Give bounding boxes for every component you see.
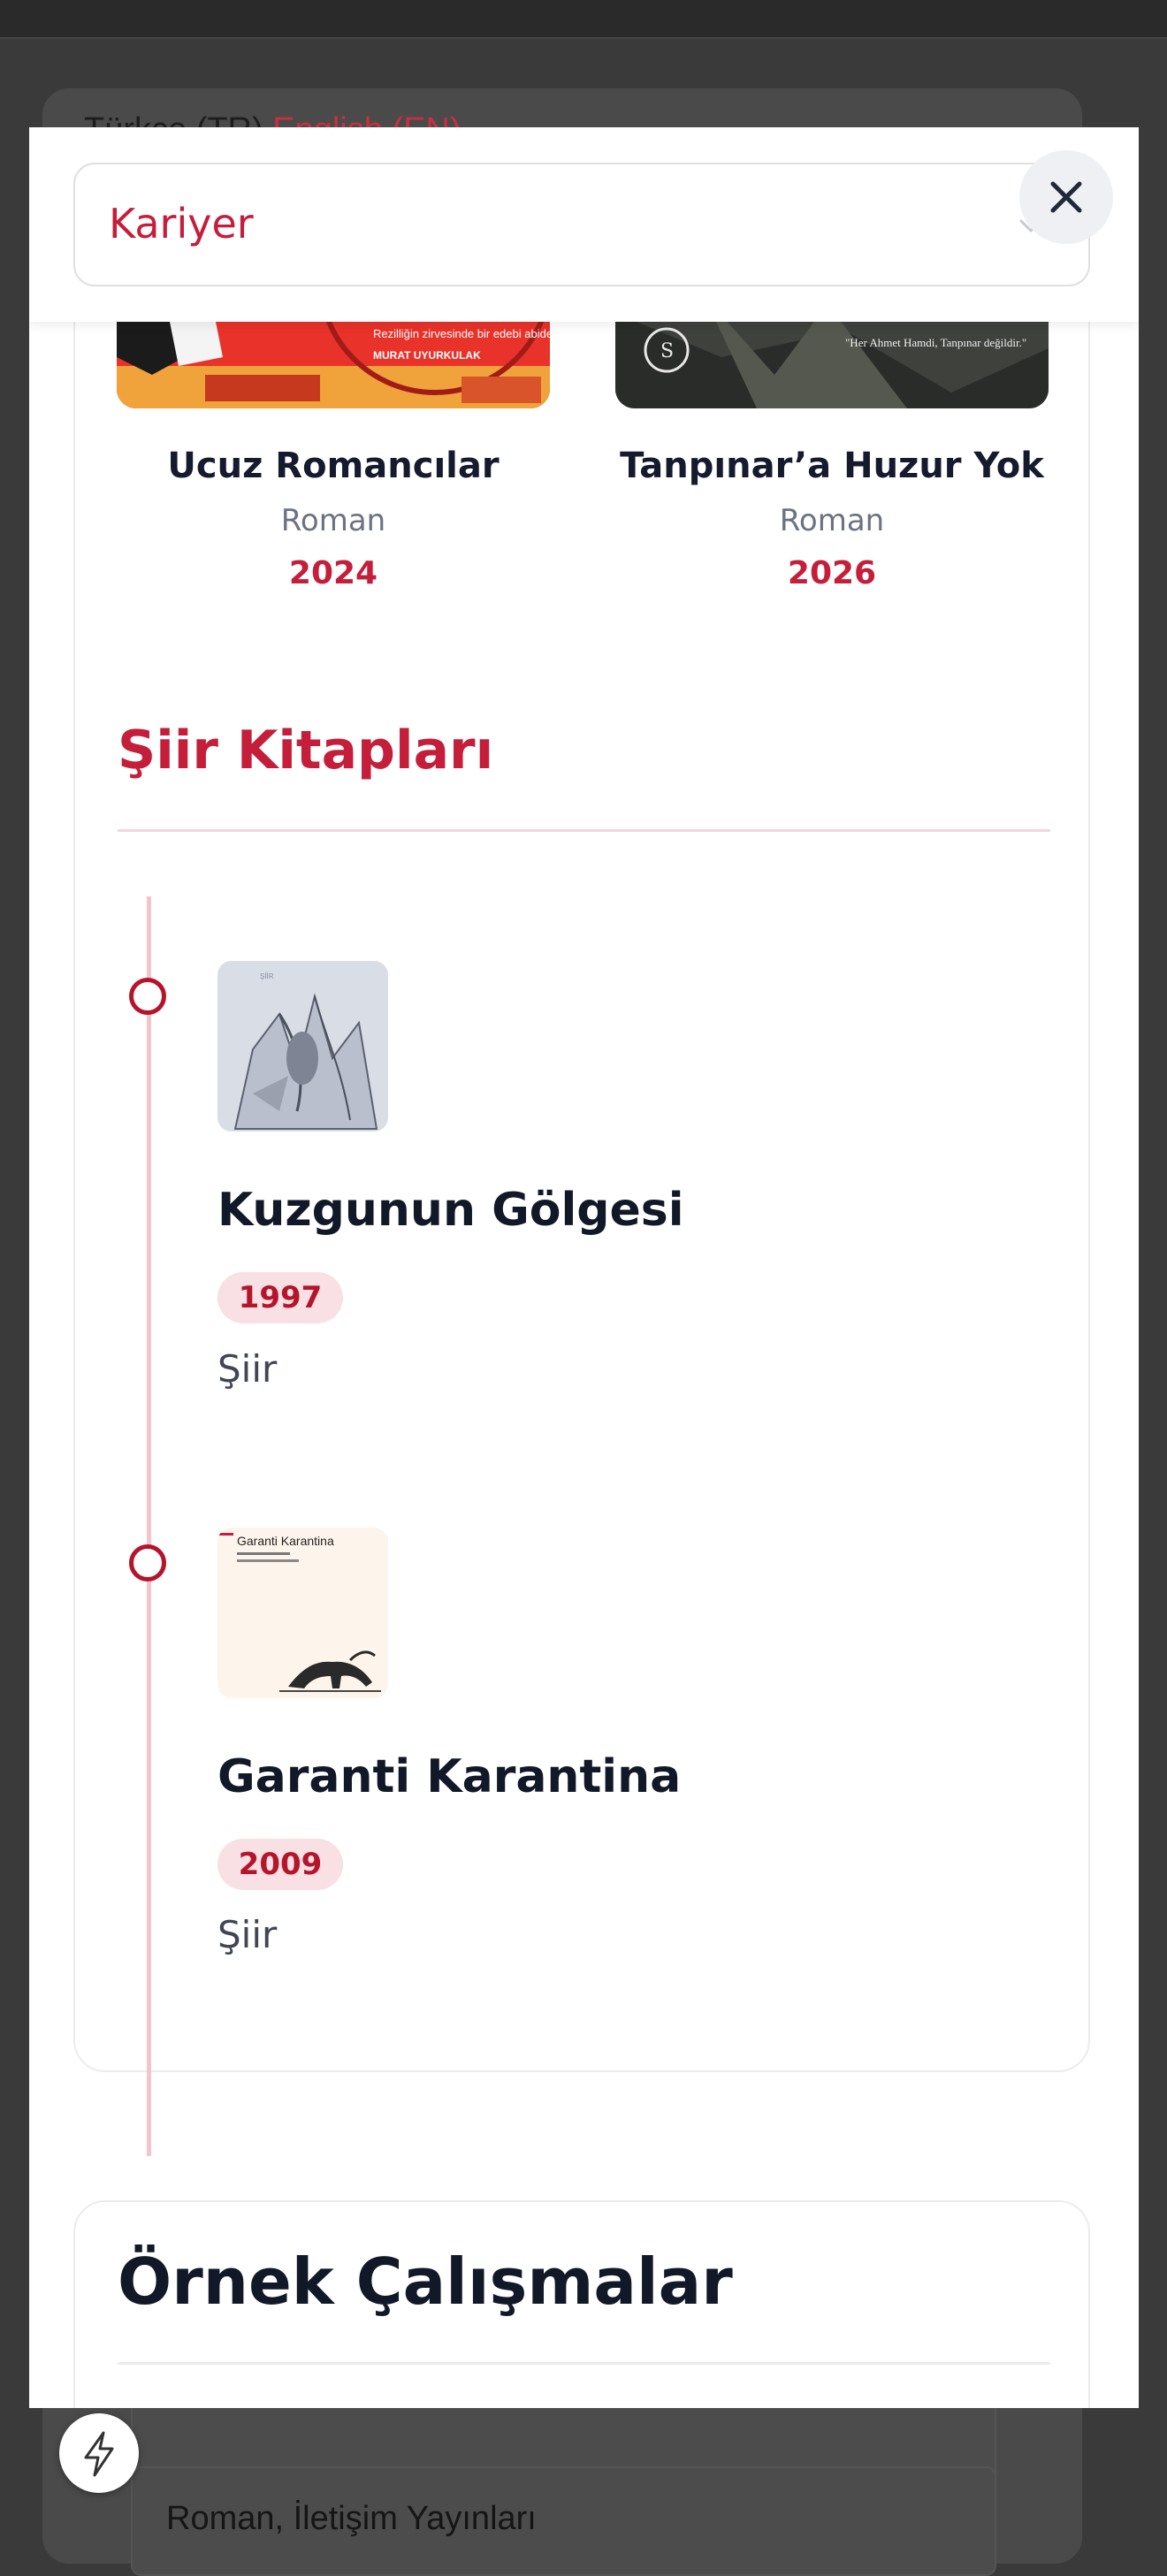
year-badge: 2009 [217, 1839, 343, 1890]
quick-action-button[interactable] [59, 2413, 139, 2493]
timeline-dot [129, 978, 166, 1015]
modal-header: Kariyer [29, 127, 1139, 322]
examples-section-heading: Örnek Çalışmalar [118, 2244, 733, 2319]
close-icon [1050, 181, 1082, 213]
timeline-line [147, 896, 151, 2156]
lightning-icon [84, 2431, 114, 2477]
background-list-item: Roman, İletişim Yayınları [131, 2466, 996, 2576]
novel-title[interactable]: Tanpınar’a Huzur Yok [598, 446, 1066, 486]
background-list-item-text: Roman, İletişim Yayınları [166, 2500, 537, 2537]
cover-label: ŞİİR [260, 972, 274, 980]
novel-year: 2024 [288, 555, 378, 591]
poetry-genre: Şiir [217, 1913, 278, 1956]
poetry-title[interactable]: Kuzgunun Gölgesi [217, 1184, 684, 1237]
section-divider [118, 829, 1050, 832]
background-topbar [0, 0, 1167, 39]
poetry-genre: Şiir [217, 1347, 278, 1391]
cover-quote: "Her Ahmet Hamdi, Tanpınar değildir." [845, 336, 1026, 349]
novel-year: 2026 [787, 555, 877, 591]
novel-genre: Roman [280, 503, 386, 538]
section-divider [118, 2362, 1050, 2365]
svg-text:S: S [660, 340, 674, 362]
poetry-title[interactable]: Garanti Karantina [217, 1750, 681, 1803]
cover-art: Garanti Karantina [217, 1528, 388, 1698]
close-button[interactable] [1019, 150, 1113, 244]
category-select-value: Kariyer [109, 200, 254, 248]
cover-author: MURAT UYURKULAK [373, 349, 481, 362]
category-select[interactable]: Kariyer [73, 163, 1090, 286]
novel-genre: Roman [779, 503, 885, 538]
cover-art: ŞİİR [217, 961, 388, 1132]
cover-title: Garanti Karantina [237, 1534, 334, 1548]
poetry-section-heading: Şiir Kitapları [118, 720, 494, 781]
novel-title[interactable]: Ucuz Romancılar [99, 446, 568, 486]
book-thumbnail-kuzgunun-golgesi[interactable]: ŞİİR [217, 961, 388, 1132]
cover-tagline: Rezilliğin zirvesinde bir edebi abidesi [373, 327, 550, 340]
career-modal: Rezilliğin zirvesinde bir edebi abidesi … [29, 127, 1139, 2408]
book-thumbnail-garanti-karantina[interactable]: Garanti Karantina [217, 1528, 388, 1698]
year-badge: 1997 [217, 1272, 343, 1323]
timeline-dot [129, 1544, 166, 1581]
